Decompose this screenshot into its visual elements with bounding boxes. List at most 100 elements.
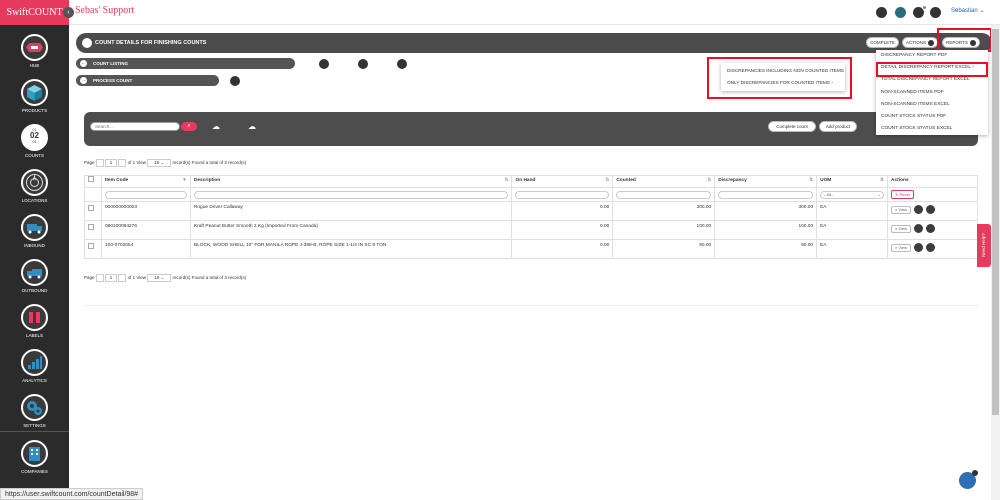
top-bar: ‹ Sebas' Support Sebastian ⌄ [63, 0, 1000, 25]
item-code-filter[interactable] [104, 190, 187, 199]
next-page-button[interactable] [118, 273, 127, 282]
row-checkbox[interactable] [88, 205, 94, 211]
complete-button[interactable]: COMPLETE [866, 37, 899, 48]
sidebar-item-analytics[interactable]: ANALYTICS [0, 346, 69, 391]
search-input[interactable] [90, 122, 180, 131]
sidebar-item-labels[interactable]: LABELS [0, 301, 69, 346]
sidebar-item-companies[interactable]: COMPANIES [0, 437, 69, 482]
page-size-select[interactable]: 10 ⌄ [147, 158, 172, 167]
scanner-icon[interactable] [397, 59, 407, 69]
sidebar-item-outbound[interactable]: OUTBOUND [0, 256, 69, 301]
row-checkbox[interactable] [88, 224, 94, 230]
page-scrollbar[interactable] [991, 25, 1000, 500]
submenu-item-including-non-counted[interactable]: DISCREPANCIES INCLUDING NON COUNTED ITEM… [721, 65, 845, 77]
sidebar-item-settings[interactable]: SETTINGS [0, 391, 69, 436]
counted-filter[interactable] [616, 190, 712, 199]
on-hand-filter[interactable] [515, 190, 610, 199]
row-checkbox[interactable] [88, 243, 94, 249]
discrepancy-filter[interactable] [718, 190, 814, 199]
globe-icon[interactable] [895, 7, 906, 18]
next-page-button[interactable] [118, 158, 127, 167]
prev-page-button[interactable] [95, 158, 104, 167]
complete-count-button[interactable]: Complete count [768, 121, 816, 132]
menu-item-total-discrepancy-report-excel[interactable]: TOTAL DISCREPANCY REPORT EXCEL [876, 74, 988, 86]
collapse-sidebar-icon[interactable]: ‹ [63, 7, 74, 18]
page-title: COUNT DETAILS FOR FINISHING COUNTS [95, 40, 207, 46]
column-header-description[interactable]: Description ⇅ [189, 175, 513, 188]
sidebar-item-products[interactable]: PRODUCTS [0, 76, 69, 121]
detail-discrepancy-submenu: DISCREPANCIES INCLUDING NON COUNTED ITEM… [721, 63, 845, 91]
chevron-down-icon [969, 39, 976, 46]
column-header-counted[interactable]: Counted ⇅ [612, 175, 716, 188]
menu-item-non-scanned-items-excel[interactable]: NON-SCANNED ITEMS EXCEL [876, 99, 988, 111]
column-header-item-code[interactable]: Item Code ▼ [100, 175, 191, 188]
edit-icon[interactable] [914, 205, 924, 214]
table-row: 080100084276 Kraft Peanut Butter Smooth … [84, 220, 978, 240]
sidebar-item-hub[interactable]: HUB [0, 31, 69, 76]
column-header-discrepancy[interactable]: Discrepancy ⇅ [714, 175, 818, 188]
sort-desc-icon: ▼ [182, 178, 187, 183]
menu-item-detail-discrepancy-report-excel[interactable]: DETAIL DISCREPANCY REPORT EXCEL › [876, 62, 988, 74]
search-icon: ⌕ [187, 123, 191, 129]
counts-icon: 01 02 01 [21, 124, 48, 151]
sort-icon: ⇅ [809, 178, 814, 183]
menu-item-discrepancy-report-pdf[interactable]: DISCREPANCY REPORT PDF [876, 50, 988, 62]
brand-logo[interactable]: SwiftCOUNT [0, 0, 69, 25]
notification-icon[interactable] [913, 5, 927, 18]
sidebar-item-locations[interactable]: LOCATIONS [0, 166, 69, 211]
search-button[interactable]: ⌕ [181, 122, 197, 131]
prev-page-button[interactable] [95, 273, 104, 282]
page-size-select[interactable]: 10 ⌄ [147, 273, 172, 282]
column-header-uom[interactable]: UOM ⇅ [816, 175, 889, 188]
download-icon[interactable] [876, 7, 887, 18]
delete-icon[interactable] [926, 243, 936, 252]
select-all-checkbox[interactable] [84, 175, 102, 188]
cancel-icon[interactable] [230, 76, 240, 86]
chevron-down-icon: ⌄ [877, 191, 882, 197]
notification-badge [922, 5, 927, 10]
view-button[interactable]: ⌕ View [891, 224, 912, 233]
chevron-right-icon: › [972, 65, 974, 71]
page-number-input[interactable]: 1 [105, 273, 118, 282]
column-header-on-hand[interactable]: On Hand ⇅ [511, 175, 614, 188]
sidebar-item-counts[interactable]: 01 02 01 COUNTS [0, 121, 69, 166]
sidebar-item-inbound[interactable]: INBOUND [0, 211, 69, 256]
chevron-right-icon: › [831, 80, 833, 85]
column-header-actions: Actions [887, 175, 978, 188]
menu-item-count-stock-status-excel[interactable]: COUNT STOCK STATUS EXCEL [876, 123, 988, 135]
chat-icon[interactable] [959, 470, 978, 489]
process-count-link[interactable]: → PROCESS COUNT [76, 75, 219, 86]
actions-button[interactable]: ACTIONS [902, 37, 938, 48]
view-button[interactable]: ⌕ View [891, 243, 912, 252]
user-menu[interactable]: Sebastian ⌄ [951, 7, 984, 14]
item-code-cell: 080100084276 [100, 220, 191, 240]
filter-icon[interactable] [319, 59, 329, 69]
description-filter[interactable] [193, 190, 509, 199]
clipboard-icon[interactable] [930, 7, 941, 18]
cloud-download-icon[interactable]: ☁ [248, 123, 258, 131]
scrollbar-thumb[interactable] [992, 29, 999, 415]
edit-icon[interactable] [914, 224, 924, 233]
count-listing-link[interactable]: ← COUNT LISTING [76, 58, 295, 69]
on-hand-cell: 0.00 [511, 239, 614, 259]
description-cell: Rogue Driver Callaway [189, 201, 513, 221]
refresh-icon[interactable] [358, 59, 368, 69]
uom-cell: EA [816, 201, 889, 221]
edit-icon[interactable] [914, 243, 924, 252]
cloud-upload-icon[interactable]: ☁ [212, 123, 222, 131]
reset-filters-button[interactable]: ✕ Reset [891, 190, 914, 199]
menu-item-count-stock-status-pdf[interactable]: COUNT STOCK STATUS PDF [876, 111, 988, 123]
delete-icon[interactable] [926, 205, 936, 214]
sidebar-divider [0, 431, 69, 432]
reports-button[interactable]: REPORTS [942, 37, 980, 48]
page-number-input[interactable]: 1 [105, 158, 118, 167]
view-button[interactable]: ⌕ View [891, 205, 912, 214]
uom-filter-select[interactable]: --All-- ⌄ [820, 190, 885, 199]
menu-item-non-scanned-items-pdf[interactable]: NON-SCANNED ITEMS PDF [876, 87, 988, 99]
delete-icon[interactable] [926, 224, 936, 233]
on-hand-cell: 0.00 [511, 220, 614, 240]
add-product-button[interactable]: Add product [819, 121, 857, 132]
content-divider [84, 305, 978, 306]
need-help-tab[interactable]: Need Help? [977, 224, 991, 267]
submenu-item-only-counted[interactable]: ONLY DISCREPANCIES FOR COUNTED ITEMS › [721, 77, 845, 89]
